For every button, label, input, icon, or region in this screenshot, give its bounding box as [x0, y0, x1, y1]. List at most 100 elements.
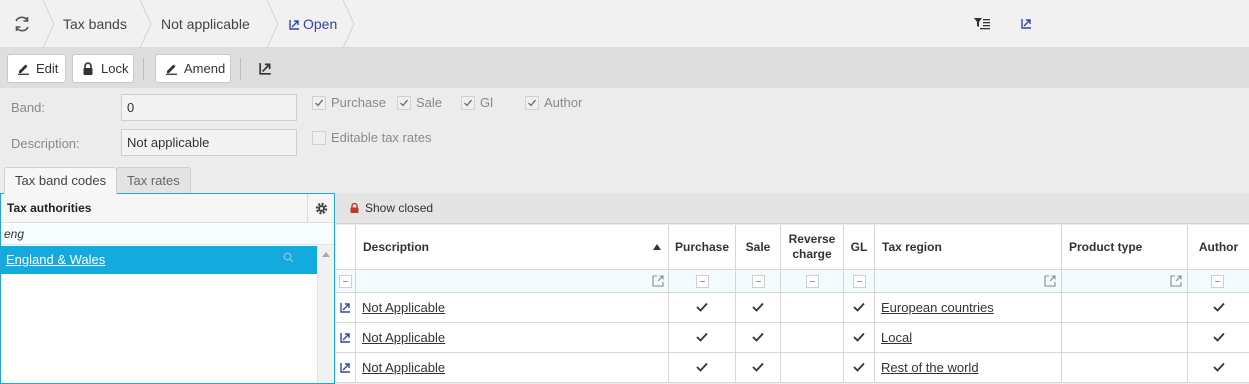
- author-filter[interactable]: [1188, 270, 1249, 293]
- external-link-icon[interactable]: [1170, 275, 1182, 287]
- search-icon: [283, 252, 294, 263]
- refresh-icon[interactable]: [12, 14, 32, 34]
- scrollbar[interactable]: [317, 245, 334, 383]
- row-open-cell[interactable]: [336, 293, 356, 323]
- tab-tax-band-codes[interactable]: Tax band codes: [4, 167, 118, 194]
- tax-region-filter-input[interactable]: [875, 270, 1062, 293]
- description-link[interactable]: Not Applicable: [362, 353, 445, 382]
- purchase-checkbox-label: Purchase: [331, 95, 386, 110]
- open-record-icon[interactable]: [340, 362, 351, 373]
- reverse-charge-filter[interactable]: [781, 270, 844, 293]
- clear-filter-icon[interactable]: [696, 275, 709, 288]
- pencil-icon: [18, 64, 29, 75]
- column-header-description[interactable]: Description: [356, 225, 669, 270]
- description-field[interactable]: Not applicable: [121, 129, 297, 156]
- open-record-icon[interactable]: [259, 62, 272, 75]
- product-type-filter-input[interactable]: [1062, 270, 1188, 293]
- clear-filter-icon[interactable]: [1211, 275, 1224, 288]
- column-header-sale[interactable]: Sale: [736, 225, 781, 270]
- tax-region-cell: Rest of the world: [875, 353, 1062, 383]
- sale-checkbox-label: Sale: [416, 95, 443, 110]
- show-closed-button[interactable]: Show closed: [350, 193, 433, 224]
- checkmark-icon: [752, 302, 764, 312]
- tax-authority-link[interactable]: England & Wales: [6, 246, 105, 274]
- product-type-cell: [1062, 293, 1188, 323]
- open-label: Open: [303, 16, 338, 32]
- external-link-icon[interactable]: [1044, 275, 1056, 287]
- tax-authorities-panel: Tax authorities eng England & Wales: [0, 193, 335, 384]
- amend-button[interactable]: Amend: [155, 54, 231, 83]
- column-label: Product type: [1069, 240, 1143, 254]
- row-open-cell[interactable]: [336, 353, 356, 383]
- clear-filter-icon[interactable]: [853, 275, 866, 288]
- tab-tax-rates[interactable]: Tax rates: [116, 167, 191, 193]
- column-header-author[interactable]: Author: [1188, 225, 1249, 270]
- tax-region-link[interactable]: Rest of the world: [881, 353, 979, 382]
- clear-filter-icon[interactable]: [752, 275, 765, 288]
- purchase-cell: [669, 353, 736, 383]
- column-header-tax-region[interactable]: Tax region: [875, 225, 1062, 270]
- column-header-product-type[interactable]: Product type: [1062, 225, 1188, 270]
- edit-button[interactable]: Edit: [7, 54, 66, 83]
- checkmark-icon: [696, 302, 708, 312]
- clear-filter-icon[interactable]: [339, 275, 352, 288]
- checkmark-icon: [1212, 302, 1225, 312]
- breadcrumb-separator: [342, 0, 355, 48]
- column-label: Purchase: [674, 239, 730, 254]
- scroll-up-icon[interactable]: [322, 252, 330, 257]
- product-type-cell: [1062, 353, 1188, 383]
- table-row[interactable]: Not Applicable Rest of the world: [336, 353, 1249, 383]
- show-closed-label: Show closed: [365, 201, 434, 215]
- editable-tax-rates-label: Editable tax rates: [331, 130, 432, 145]
- description-link[interactable]: Not Applicable: [362, 293, 445, 322]
- table-row[interactable]: Not Applicable Local: [336, 323, 1249, 353]
- row-open-cell[interactable]: [336, 323, 356, 353]
- sort-ascending-icon[interactable]: [653, 244, 661, 250]
- grid-header-spacer: [336, 225, 356, 270]
- description-filter-input[interactable]: [356, 270, 669, 293]
- band-field[interactable]: 0: [121, 94, 297, 121]
- column-header-purchase[interactable]: Purchase: [669, 225, 736, 270]
- open-record-icon[interactable]: [340, 302, 351, 313]
- author-cell: [1188, 323, 1249, 353]
- gl-checkbox[interactable]: Gl: [461, 95, 493, 111]
- column-header-gl[interactable]: GL: [844, 225, 875, 270]
- open-record-icon: [289, 20, 299, 30]
- gl-cell: [844, 353, 875, 383]
- product-type-cell: [1062, 323, 1188, 353]
- column-header-reverse-charge[interactable]: Reverse charge: [781, 225, 844, 270]
- column-label: Description: [363, 240, 430, 254]
- purchase-checkbox[interactable]: Purchase: [312, 95, 386, 111]
- breadcrumb-current[interactable]: Not applicable: [161, 0, 250, 48]
- lock-icon: [350, 203, 359, 213]
- list-item[interactable]: England & Wales: [1, 246, 317, 274]
- toolbar: Edit Lock Amend: [0, 48, 1249, 88]
- description-link[interactable]: Not Applicable: [362, 323, 445, 352]
- table-row[interactable]: Not Applicable European countries: [336, 293, 1249, 323]
- sale-filter[interactable]: [736, 270, 781, 293]
- clear-filter-icon[interactable]: [806, 275, 819, 288]
- lock-button[interactable]: Lock: [72, 54, 134, 83]
- tax-authorities-filter-input[interactable]: eng: [1, 223, 334, 245]
- column-label: Tax region: [882, 240, 942, 254]
- breadcrumb-tax-bands[interactable]: Tax bands: [63, 0, 127, 48]
- breadcrumb: Tax bands Not applicable Open: [0, 0, 1249, 48]
- breadcrumb-separator: [139, 0, 152, 48]
- external-link-icon[interactable]: [652, 275, 664, 287]
- open-record-icon[interactable]: [340, 332, 351, 343]
- editable-tax-rates-checkbox[interactable]: Editable tax rates: [312, 130, 431, 146]
- open-link[interactable]: Open: [289, 0, 337, 48]
- breadcrumb-separator: [42, 0, 55, 48]
- author-checkbox[interactable]: Author: [525, 95, 582, 111]
- open-record-icon[interactable]: [1021, 18, 1032, 29]
- purchase-cell: [669, 293, 736, 323]
- tax-region-link[interactable]: European countries: [881, 293, 994, 322]
- settings-button[interactable]: [307, 194, 334, 223]
- purchase-filter[interactable]: [669, 270, 736, 293]
- tax-region-link[interactable]: Local: [881, 323, 912, 352]
- filter-list-icon[interactable]: [974, 17, 990, 31]
- lock-label: Lock: [101, 61, 129, 76]
- gl-filter[interactable]: [844, 270, 875, 293]
- sale-checkbox[interactable]: Sale: [397, 95, 442, 111]
- breadcrumb-separator: [266, 0, 279, 48]
